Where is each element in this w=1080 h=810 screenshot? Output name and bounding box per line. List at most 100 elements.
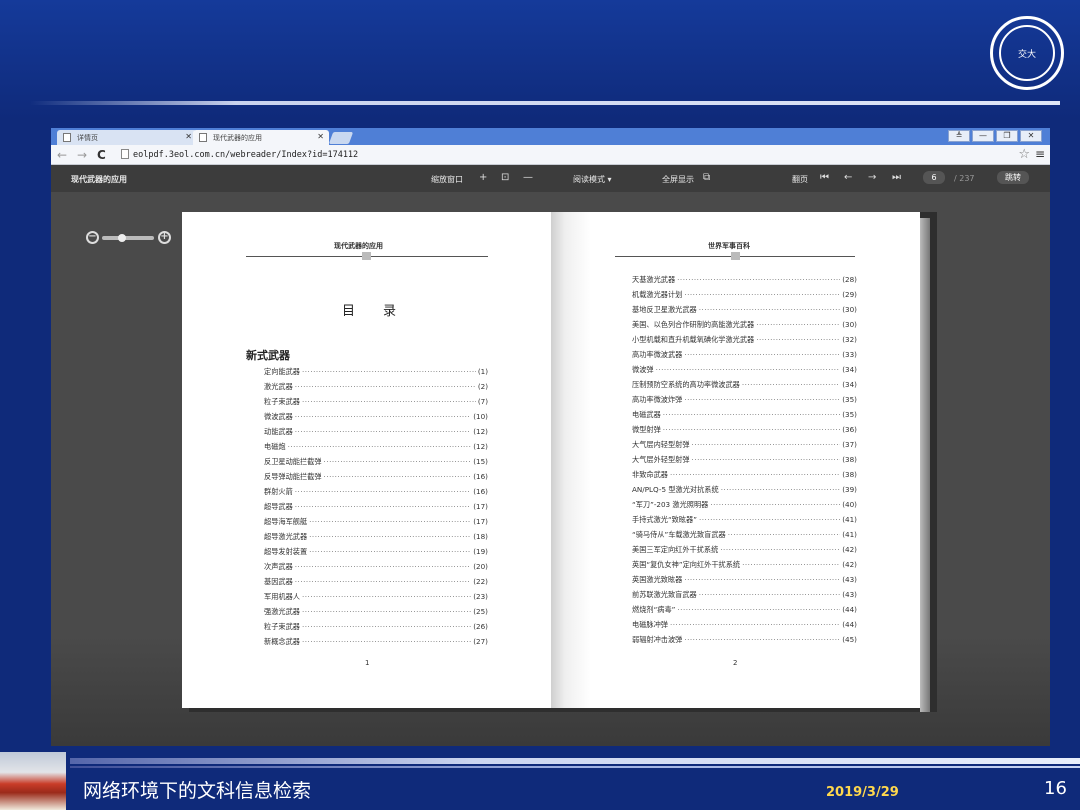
toc-entry: 电磁炮 (12)	[264, 439, 488, 454]
toc-leader-dots	[302, 619, 471, 634]
page-number-input[interactable]: 6	[923, 171, 945, 184]
toc-entry-title: 微波武器	[264, 412, 293, 421]
toc-entry-title: 前苏联激光致盲武器	[632, 590, 697, 599]
toc-entry-title: 超导武器	[264, 502, 293, 511]
toc-entry-page: (15)	[473, 457, 488, 466]
new-tab-button[interactable]	[328, 132, 354, 144]
toc-leader-dots	[692, 452, 841, 467]
next-page-icon[interactable]: →	[868, 172, 876, 183]
toc-entry: 前苏联激光致盲武器 (43)	[632, 587, 857, 602]
toc-leader-dots	[295, 499, 471, 514]
toc-entry-title: 反卫星动能拦截弹	[264, 457, 322, 466]
last-page-icon[interactable]: ⏭	[892, 172, 901, 183]
toc-entry-page: (30)	[842, 305, 857, 314]
zoom-knob[interactable]	[118, 234, 126, 242]
toc-leader-dots	[288, 439, 472, 454]
toc-entry: 压制预防空系统的高功率微波武器 (34)	[632, 377, 857, 392]
head-mark	[362, 252, 371, 260]
toc-entry-page: (32)	[842, 335, 857, 344]
close-icon[interactable]: ✕	[317, 132, 324, 141]
user-icon[interactable]: ≜	[948, 130, 970, 142]
toc-entry-page: (38)	[842, 470, 857, 479]
toc-entry: 群射火箭 (16)	[264, 484, 488, 499]
toc-entry: 基因武器 (22)	[264, 574, 488, 589]
go-to-page-button[interactable]: 跳转	[997, 171, 1029, 184]
back-arrow-icon[interactable]: ←	[57, 148, 67, 162]
toc-entry-title: 粒子束武器	[264, 622, 300, 631]
seal-text: 交大	[1017, 49, 1036, 60]
minimize-button[interactable]: —	[972, 130, 994, 142]
url-field[interactable]: eolpdf.3eol.com.cn/webreader/Index?id=17…	[121, 148, 358, 162]
toc-entry-title: 弱辐射冲击波弹	[632, 635, 683, 644]
toc-entry-title: 天基激光武器	[632, 275, 676, 284]
toc-entry-title: 高功率微波武器	[632, 350, 683, 359]
toc-entry: “骑马侍从”车载激光致盲武器 (41)	[632, 527, 857, 542]
close-icon[interactable]: ✕	[185, 132, 192, 141]
first-page-icon[interactable]: ⏮	[820, 172, 829, 183]
toc-leader-dots	[670, 467, 840, 482]
toc-leader-dots	[663, 407, 840, 422]
university-seal-logo: 交大	[990, 16, 1064, 90]
toc-entry: 燃烧剂“病毒” (44)	[632, 602, 857, 617]
zoom-slider[interactable]: − +	[86, 231, 172, 245]
book-page-left: 现代武器的应用 目录 新式武器 定向能武器 (1) 激光武器 (2) 粒子束武器 (7) 微…	[182, 212, 551, 708]
toc-entry: 动能武器 (12)	[264, 424, 488, 439]
url-text: eolpdf.3eol.com.cn/webreader/Index?id=17…	[133, 150, 359, 160]
menu-icon[interactable]: ≡	[1035, 147, 1045, 161]
bookmark-star-icon[interactable]: ☆	[1018, 147, 1030, 162]
head-mark	[731, 252, 740, 260]
running-head: 现代武器的应用	[334, 241, 383, 250]
toc-entry-page: (39)	[842, 485, 857, 494]
close-window-button[interactable]: ✕	[1020, 130, 1042, 142]
toc-entry-page: (16)	[473, 472, 488, 481]
toc-leader-dots	[324, 454, 472, 469]
toc-entry-page: (30)	[842, 320, 857, 329]
fit-page-icon[interactable]: ⊡	[501, 172, 509, 183]
zoom-minus-icon[interactable]: −	[86, 231, 99, 244]
toc-entry: 美国、以色列合作研制的高能激光武器 (30)	[632, 317, 857, 332]
browser-window-screenshot: 详情页 ✕ 现代武器的应用 ✕ ≜ — ❐ ✕ ← → C eolpdf.3eo…	[51, 128, 1050, 746]
toc-leader-dots	[720, 542, 840, 557]
zoom-window-label[interactable]: 缩放窗口	[431, 174, 463, 185]
toc-entry: 次声武器 (20)	[264, 559, 488, 574]
zoom-track[interactable]	[102, 236, 154, 240]
forward-arrow-icon[interactable]: →	[77, 148, 87, 162]
toc-entry-title: 美国三军定向红外干扰系统	[632, 545, 719, 554]
toc-entry: 新概念武器 (27)	[264, 634, 488, 649]
toc-entry: 非致命武器 (38)	[632, 467, 857, 482]
fullscreen-icon[interactable]: ⧉	[703, 172, 710, 183]
reload-icon[interactable]: C	[97, 148, 106, 162]
tab-reader[interactable]: 现代武器的应用 ✕	[193, 130, 329, 145]
restore-button[interactable]: ❐	[996, 130, 1018, 142]
fullscreen-button[interactable]: 全屏显示	[662, 174, 694, 185]
toc-leader-dots	[684, 632, 840, 647]
toc-entry-page: (38)	[842, 455, 857, 464]
toc-leader-dots	[656, 362, 841, 377]
prev-page-icon[interactable]: ←	[844, 172, 852, 183]
toc-entry-title: 手持式激光“致眩器”	[632, 515, 697, 524]
toc-entry-page: (44)	[842, 620, 857, 629]
page-number: 1	[365, 659, 370, 667]
zoom-in-icon[interactable]: +	[479, 172, 487, 183]
toc-leader-dots	[710, 497, 840, 512]
toc-entry: 电磁脉冲弹 (44)	[632, 617, 857, 632]
zoom-out-icon[interactable]: —	[523, 172, 533, 183]
toc-entry-title: 基因武器	[264, 577, 293, 586]
toc-entry-page: (45)	[842, 635, 857, 644]
toc-entry: “军刀”-203 激光照明器 (40)	[632, 497, 857, 512]
tab-label: 现代武器的应用	[213, 134, 262, 142]
toc-entry-page: (17)	[473, 517, 488, 526]
toc-leader-dots	[699, 587, 841, 602]
total-pages: / 237	[954, 174, 975, 183]
toc-entry: 电磁武器 (35)	[632, 407, 857, 422]
read-mode-dropdown[interactable]: 阅读模式 ▾	[573, 174, 612, 185]
zoom-plus-icon[interactable]: +	[158, 231, 171, 244]
toc-entry: 军用机器人 (23)	[264, 589, 488, 604]
toc-entry-title: 反导弹动能拦截弹	[264, 472, 322, 481]
toc-entry-title: 次声武器	[264, 562, 293, 571]
toc-leader-dots	[295, 484, 471, 499]
toc-leader-dots	[295, 559, 471, 574]
header-divider	[30, 101, 1060, 105]
tab-details[interactable]: 详情页 ✕	[57, 130, 197, 145]
toc-leader-dots	[309, 529, 471, 544]
